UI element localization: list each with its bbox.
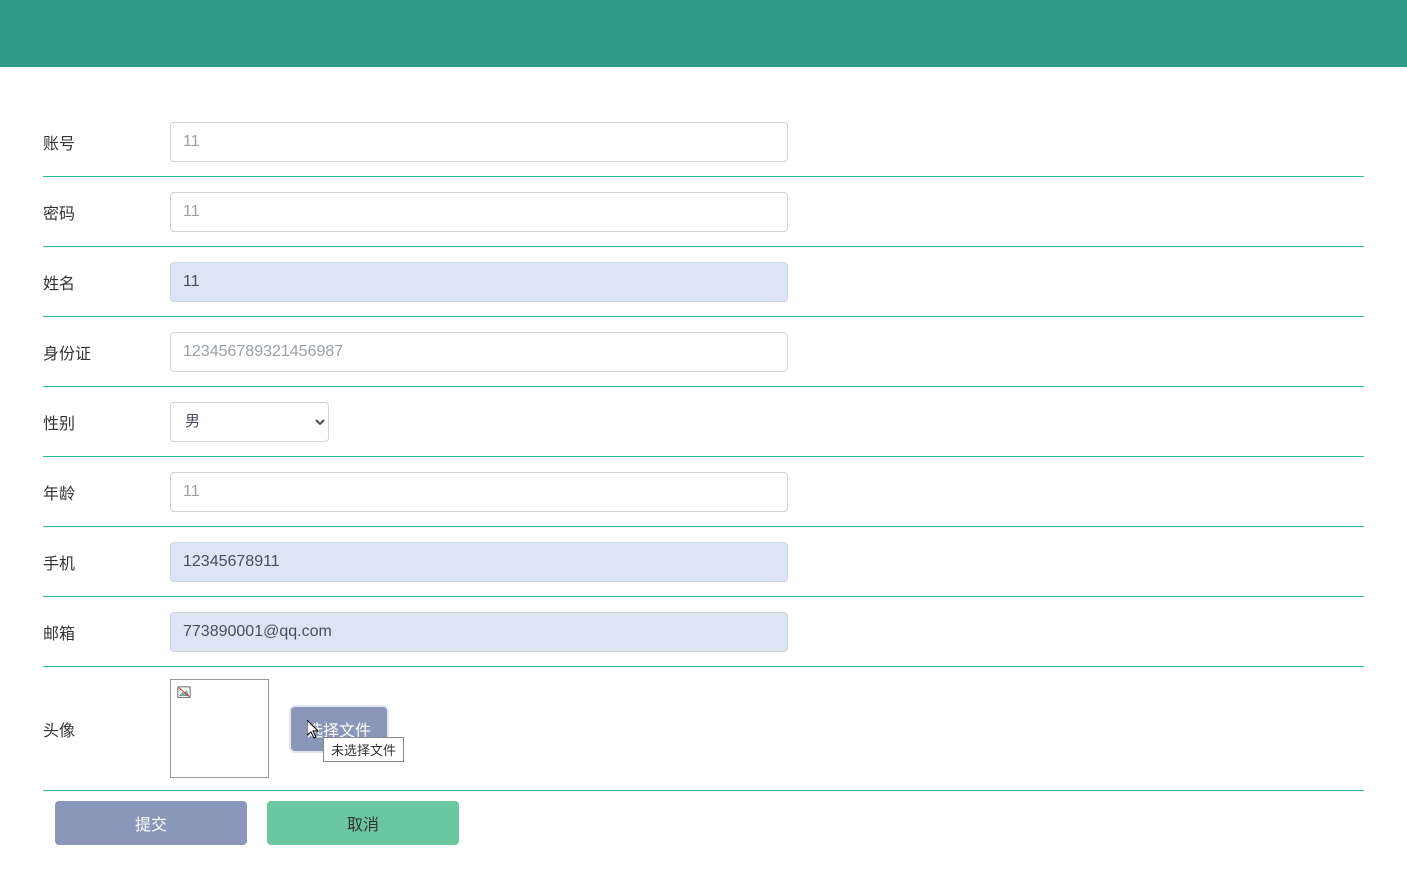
row-avatar: 头像 选择文件 未选择文件 [43,667,1364,791]
submit-button[interactable]: 提交 [55,801,247,845]
row-email: 邮箱 [43,597,1364,667]
cancel-button[interactable]: 取消 [267,801,459,845]
input-phone[interactable] [170,542,788,582]
label-gender: 性别 [43,410,170,434]
label-name: 姓名 [43,270,170,294]
label-avatar: 头像 [43,717,170,741]
action-row: 提交 取消 [43,791,1364,845]
select-gender[interactable]: 男 [170,402,329,442]
row-phone: 手机 [43,527,1364,597]
label-phone: 手机 [43,550,170,574]
file-tooltip: 未选择文件 [323,737,404,762]
input-password[interactable] [170,192,788,232]
label-email: 邮箱 [43,620,170,644]
row-age: 年龄 [43,457,1364,527]
row-idcard: 身份证 [43,317,1364,387]
page-header [0,0,1407,67]
input-email[interactable] [170,612,788,652]
label-idcard: 身份证 [43,340,170,364]
label-age: 年龄 [43,480,170,504]
row-password: 密码 [43,177,1364,247]
broken-image-icon [177,686,191,700]
label-account: 账号 [43,130,170,154]
input-age[interactable] [170,472,788,512]
label-password: 密码 [43,200,170,224]
row-gender: 性别 男 [43,387,1364,457]
avatar-preview [170,679,269,778]
form-container: 账号 密码 姓名 身份证 性别 男 年龄 手机 邮箱 头像 [0,67,1407,865]
input-account[interactable] [170,122,788,162]
row-name: 姓名 [43,247,1364,317]
file-button-wrapper: 选择文件 未选择文件 [291,707,387,751]
row-account: 账号 [43,107,1364,177]
input-idcard[interactable] [170,332,788,372]
input-name[interactable] [170,262,788,302]
